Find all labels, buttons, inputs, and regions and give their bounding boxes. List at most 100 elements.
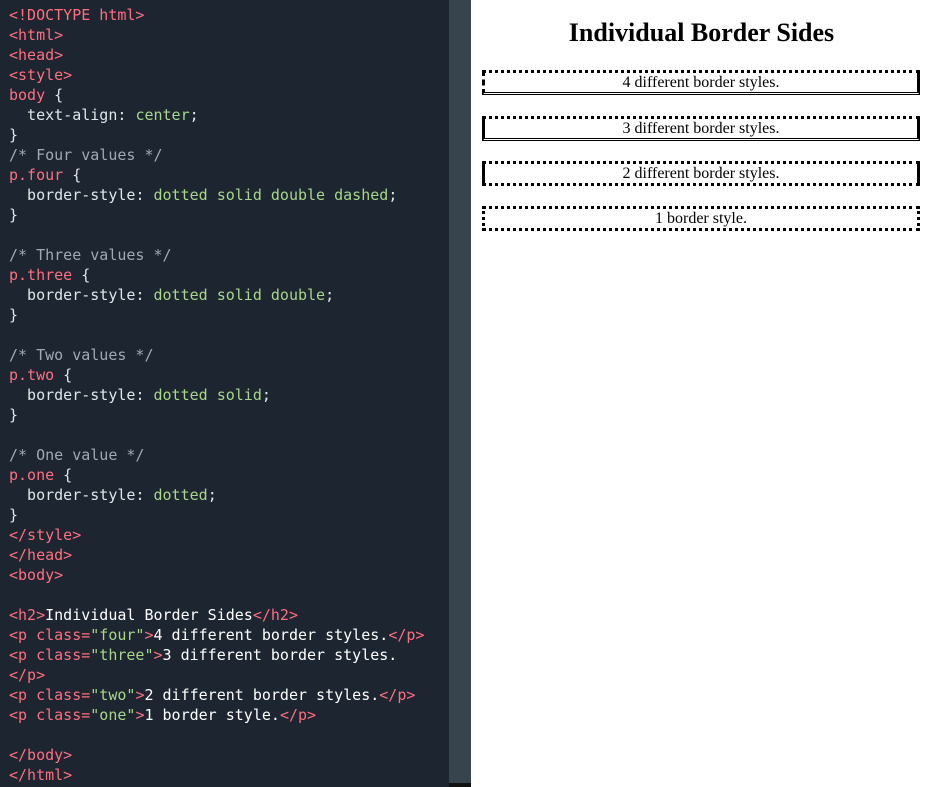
code-line: <html> (9, 25, 424, 45)
code-token: class= (36, 626, 91, 644)
code-token: ; (261, 386, 271, 404)
code-line: } (9, 205, 424, 225)
code-line: text-align: center; (9, 105, 424, 125)
code-line: /* Four values */ (9, 145, 424, 165)
code-token: /* One value */ (9, 446, 145, 464)
code-line: <p class="two">2 different border styles… (9, 685, 424, 705)
code-line: /* Two values */ (9, 345, 424, 365)
code-token: } (9, 406, 19, 424)
code-token: p.three (9, 266, 73, 284)
code-token: dotted solid double dashed (153, 186, 389, 204)
code-token: } (9, 126, 19, 144)
code-token: <html> (9, 26, 64, 44)
paragraph-three-borders: 3 different border styles. (482, 116, 920, 141)
code-token: border-style (9, 486, 136, 504)
code-token: <!DOCTYPE html> (9, 6, 145, 24)
code-token: dotted (153, 486, 208, 504)
code-token: </head> (9, 546, 73, 564)
code-token: dotted solid (153, 386, 262, 404)
code-token: <style> (9, 66, 73, 84)
code-token: } (9, 306, 19, 324)
code-token: "two" (90, 686, 136, 704)
pane-divider[interactable] (449, 0, 471, 787)
code-token: p.two (9, 366, 55, 384)
code-line: </style> (9, 525, 424, 545)
code-token: "three" (90, 646, 154, 664)
paragraph-one-border: 1 border style. (482, 206, 920, 231)
code-line: } (9, 405, 424, 425)
code-token: "one" (90, 706, 136, 724)
code-token: <p (9, 646, 37, 664)
code-token: border-style (9, 386, 136, 404)
code-token: 2 different border styles. (144, 686, 380, 704)
code-token: 3 different border styles. (162, 646, 398, 664)
code-line: } (9, 505, 424, 525)
code-token: </p> (279, 706, 317, 724)
code-line: } (9, 125, 424, 145)
code-token: "four" (90, 626, 145, 644)
code-token: Individual Border Sides (45, 606, 253, 624)
code-token: > (153, 646, 163, 664)
code-token: { (45, 86, 64, 104)
code-line: <body> (9, 565, 424, 585)
divider-handle[interactable] (449, 783, 471, 787)
code-token: p.four (9, 166, 64, 184)
code-token: <body> (9, 566, 64, 584)
code-token: { (54, 366, 73, 384)
code-token: ; (325, 286, 335, 304)
preview-heading: Individual Border Sides (568, 18, 835, 47)
code-line: <!DOCTYPE html> (9, 5, 424, 25)
code-token: : (135, 386, 154, 404)
code-token: ; (388, 186, 398, 204)
code-line: <head> (9, 45, 424, 65)
code-token: </style> (9, 526, 82, 544)
code-token: ; (189, 106, 199, 124)
code-token: /* Three values */ (9, 246, 172, 264)
code-token: } (9, 506, 19, 524)
code-token: <h2> (9, 606, 46, 624)
code-line: </html> (9, 765, 424, 785)
code-token: > (144, 626, 154, 644)
code-line: /* One value */ (9, 445, 424, 465)
code-line: p.three { (9, 265, 424, 285)
code-line: <p class="four">4 different border style… (9, 625, 424, 645)
code-token: ; (207, 486, 217, 504)
code-token: center (135, 106, 190, 124)
code-token: 1 border style. (144, 706, 280, 724)
code-line: </head> (9, 545, 424, 565)
code-editor[interactable]: <!DOCTYPE html> <html> <head> <style> body {… (0, 0, 449, 787)
paragraph-four-borders: 4 different border styles. (482, 70, 920, 95)
result-preview: Individual Border Sides 4 different bord… (471, 0, 932, 787)
code-token: /* Two values */ (9, 346, 154, 364)
code-token: : (135, 486, 154, 504)
code-token: 4 different border styles. (153, 626, 389, 644)
code-token: { (54, 466, 73, 484)
code-token: /* Four values */ (9, 146, 163, 164)
code-line: p.two { (9, 365, 424, 385)
code-line: p.one { (9, 465, 424, 485)
code-token: dotted solid double (153, 286, 326, 304)
code-text[interactable]: <!DOCTYPE html> <html> <head> <style> body {… (9, 5, 424, 785)
code-token: p.one (9, 466, 55, 484)
code-token: : (135, 286, 154, 304)
code-line: } (9, 305, 424, 325)
code-line: </body> (9, 745, 424, 765)
code-line: <p class="three">3 different border styl… (9, 645, 424, 665)
code-token: border-style (9, 186, 136, 204)
code-line: body { (9, 85, 424, 105)
code-line: border-style: dotted solid double; (9, 285, 424, 305)
code-line: <h2>Individual Border Sides</h2> (9, 605, 424, 625)
code-token: } (9, 206, 19, 224)
code-token: class= (36, 646, 91, 664)
code-line: /* Three values */ (9, 245, 424, 265)
paragraph-two-borders: 2 different border styles. (482, 161, 920, 186)
code-token: </body> (9, 746, 73, 764)
code-line: border-style: dotted solid; (9, 385, 424, 405)
code-token: : (117, 106, 136, 124)
code-token: { (63, 166, 82, 184)
code-line: p.four { (9, 165, 424, 185)
code-line: </p> (9, 665, 424, 685)
